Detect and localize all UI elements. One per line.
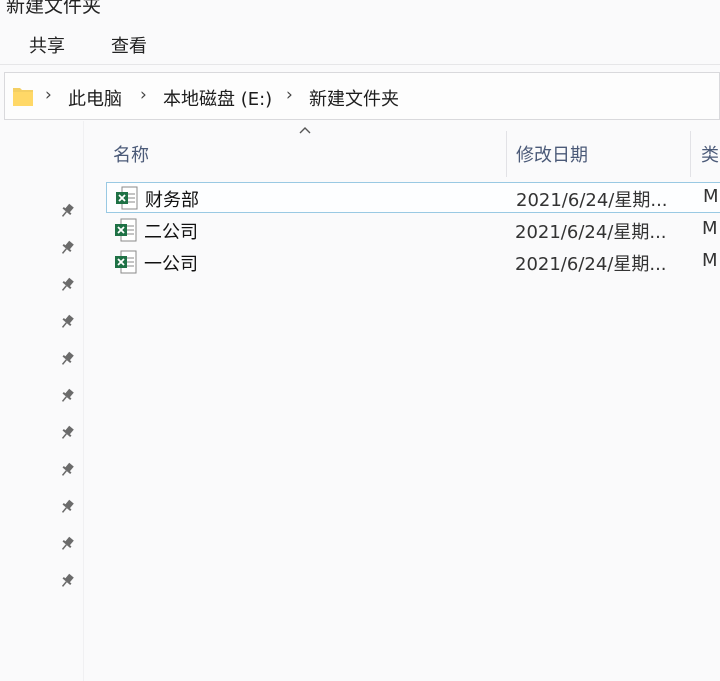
- pin-icon[interactable]: [58, 239, 76, 257]
- column-header-name[interactable]: 名称: [113, 141, 149, 167]
- pin-icon[interactable]: [58, 387, 76, 405]
- title-bar: 新建文件夹: [0, 0, 720, 18]
- file-list: 名称 修改日期 类 财务部 2021/6/24/星期... M 二公司 2021/6/2…: [84, 121, 720, 681]
- pin-icon[interactable]: [58, 313, 76, 331]
- breadcrumb-local-disk[interactable]: 本地磁盘 (E:): [163, 85, 272, 111]
- file-type: M: [702, 218, 718, 239]
- file-name[interactable]: 财务部: [145, 186, 199, 212]
- pin-icon[interactable]: [58, 276, 76, 294]
- breadcrumb-this-pc[interactable]: 此电脑: [68, 85, 122, 111]
- breadcrumb-separator-icon[interactable]: ›: [286, 85, 293, 105]
- breadcrumb-new-folder[interactable]: 新建文件夹: [309, 85, 399, 111]
- file-row[interactable]: 一公司 2021/6/24/星期... M: [106, 247, 720, 278]
- pin-icon[interactable]: [58, 461, 76, 479]
- pin-icon[interactable]: [58, 350, 76, 368]
- breadcrumb-separator-icon[interactable]: ›: [140, 85, 147, 105]
- file-row[interactable]: 二公司 2021/6/24/星期... M: [106, 215, 720, 246]
- sort-ascending-icon[interactable]: [298, 125, 312, 135]
- ribbon-tab-view[interactable]: 查看: [111, 32, 147, 58]
- breadcrumb-separator-icon[interactable]: ›: [45, 85, 52, 105]
- pin-icon[interactable]: [58, 498, 76, 516]
- file-type: M: [703, 186, 719, 207]
- file-modified-date: 2021/6/24/星期...: [515, 254, 667, 275]
- pin-icon[interactable]: [58, 572, 76, 590]
- file-modified-date: 2021/6/24/星期...: [516, 190, 668, 211]
- excel-file-icon: [115, 218, 137, 242]
- file-type: M: [702, 250, 718, 271]
- column-divider[interactable]: [506, 131, 507, 177]
- pin-icon[interactable]: [58, 202, 76, 220]
- column-header-modified[interactable]: 修改日期: [516, 141, 588, 167]
- ribbon: 共享 查看: [0, 18, 720, 64]
- ribbon-divider: [0, 64, 720, 65]
- excel-file-icon: [115, 250, 137, 274]
- file-name[interactable]: 二公司: [144, 218, 198, 244]
- pin-icon[interactable]: [58, 535, 76, 553]
- column-header-type[interactable]: 类: [701, 141, 719, 167]
- pin-icon[interactable]: [58, 424, 76, 442]
- file-name[interactable]: 一公司: [144, 250, 198, 276]
- ribbon-tab-share[interactable]: 共享: [29, 32, 65, 58]
- window-title: 新建文件夹: [6, 0, 102, 17]
- column-divider[interactable]: [690, 131, 691, 177]
- navigation-pane: [0, 121, 84, 681]
- file-row[interactable]: 财务部 2021/6/24/星期... M: [106, 182, 720, 213]
- file-modified-date: 2021/6/24/星期...: [515, 222, 667, 243]
- excel-file-icon: [116, 186, 138, 210]
- address-bar[interactable]: › 此电脑 › 本地磁盘 (E:) › 新建文件夹: [4, 72, 720, 120]
- folder-icon: [13, 88, 33, 106]
